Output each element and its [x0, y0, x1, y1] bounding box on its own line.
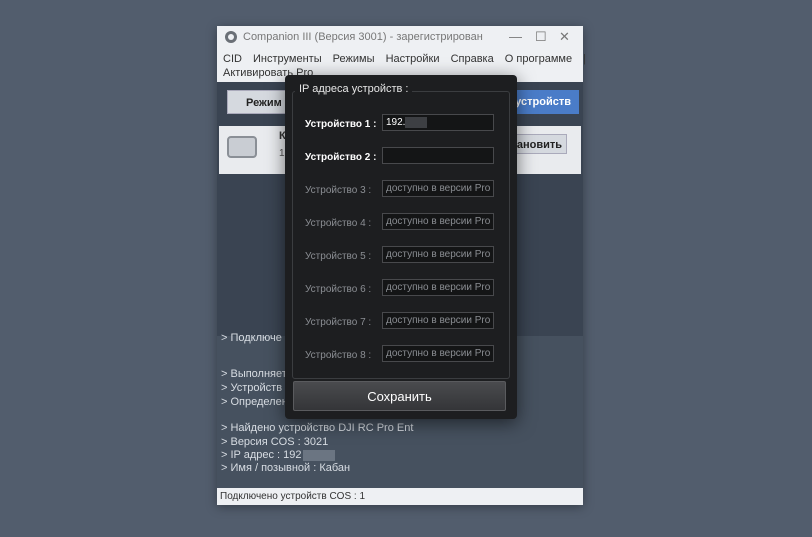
menu-about[interactable]: О программе: [505, 53, 572, 65]
menu-tools[interactable]: Инструменты: [253, 53, 322, 65]
ip-settings-dialog: IP адреса устройств : Устройство 1 : 192…: [285, 75, 517, 419]
menu-separator: |: [583, 53, 586, 65]
group-title: IP адреса устройств :: [295, 83, 413, 95]
log-line: > Определен: [221, 396, 288, 408]
install-button[interactable]: тановить: [509, 134, 567, 154]
device-1-label: Устройство 1 :: [305, 119, 377, 130]
log-line: > Найдено устройство DJI RC Pro Ent: [221, 422, 414, 434]
device-5-label: Устройство 5 :: [305, 251, 372, 262]
menu-cid[interactable]: CID: [223, 53, 242, 65]
log-line: > Подключе: [221, 332, 282, 344]
device-1-ip-input[interactable]: 192.: [382, 114, 494, 131]
device-7-ip-input: доступно в версии Pro: [382, 312, 494, 329]
app-icon: [225, 31, 237, 43]
ip-group-box: [292, 91, 510, 379]
status-bar: Подключено устройств COS : 1: [217, 488, 583, 505]
maximize-button[interactable]: ☐: [535, 29, 547, 45]
menu-settings[interactable]: Настройки: [386, 53, 440, 65]
device-8-label: Устройство 8 :: [305, 350, 372, 361]
device-2-ip-input[interactable]: [382, 147, 494, 164]
device-5-ip-input: доступно в версии Pro: [382, 246, 494, 263]
device-2-label: Устройство 2 :: [305, 152, 377, 163]
device-8-ip-input: доступно в версии Pro: [382, 345, 494, 362]
log-line: > Выполняет: [221, 368, 287, 380]
title-bar: Companion III (Версия 3001) - зарегистри…: [217, 26, 583, 50]
menu-help[interactable]: Справка: [451, 53, 494, 65]
device-1-ip-value: 192.: [386, 117, 406, 128]
minimize-button[interactable]: —: [509, 29, 522, 44]
log-line: > Имя / позывной : Кабан: [221, 462, 351, 474]
menu-modes[interactable]: Режимы: [333, 53, 375, 65]
device-3-label: Устройство 3 :: [305, 185, 372, 196]
device-6-ip-input: доступно в версии Pro: [382, 279, 494, 296]
window-title: Companion III (Версия 3001) - зарегистри…: [243, 31, 483, 43]
device-4-label: Устройство 4 :: [305, 218, 372, 229]
log-line: > Версия COS : 3021: [221, 436, 329, 448]
log-line: > Устройств: [221, 382, 283, 394]
redacted-mask: [302, 449, 335, 461]
log-ip-text: > IP адрес : 192: [221, 449, 302, 461]
log-line-ip: > IP адрес : 192: [221, 449, 335, 461]
device-4-ip-input: доступно в версии Pro: [382, 213, 494, 230]
save-button[interactable]: Сохранить: [293, 381, 506, 411]
device-6-label: Устройство 6 :: [305, 284, 372, 295]
redacted-mask: [405, 116, 428, 128]
device-3-ip-input: доступно в версии Pro: [382, 180, 494, 197]
close-button[interactable]: ✕: [559, 29, 570, 45]
device-7-label: Устройство 7 :: [305, 317, 372, 328]
device-subtitle: 1: [279, 148, 285, 159]
controller-icon: [227, 136, 257, 158]
